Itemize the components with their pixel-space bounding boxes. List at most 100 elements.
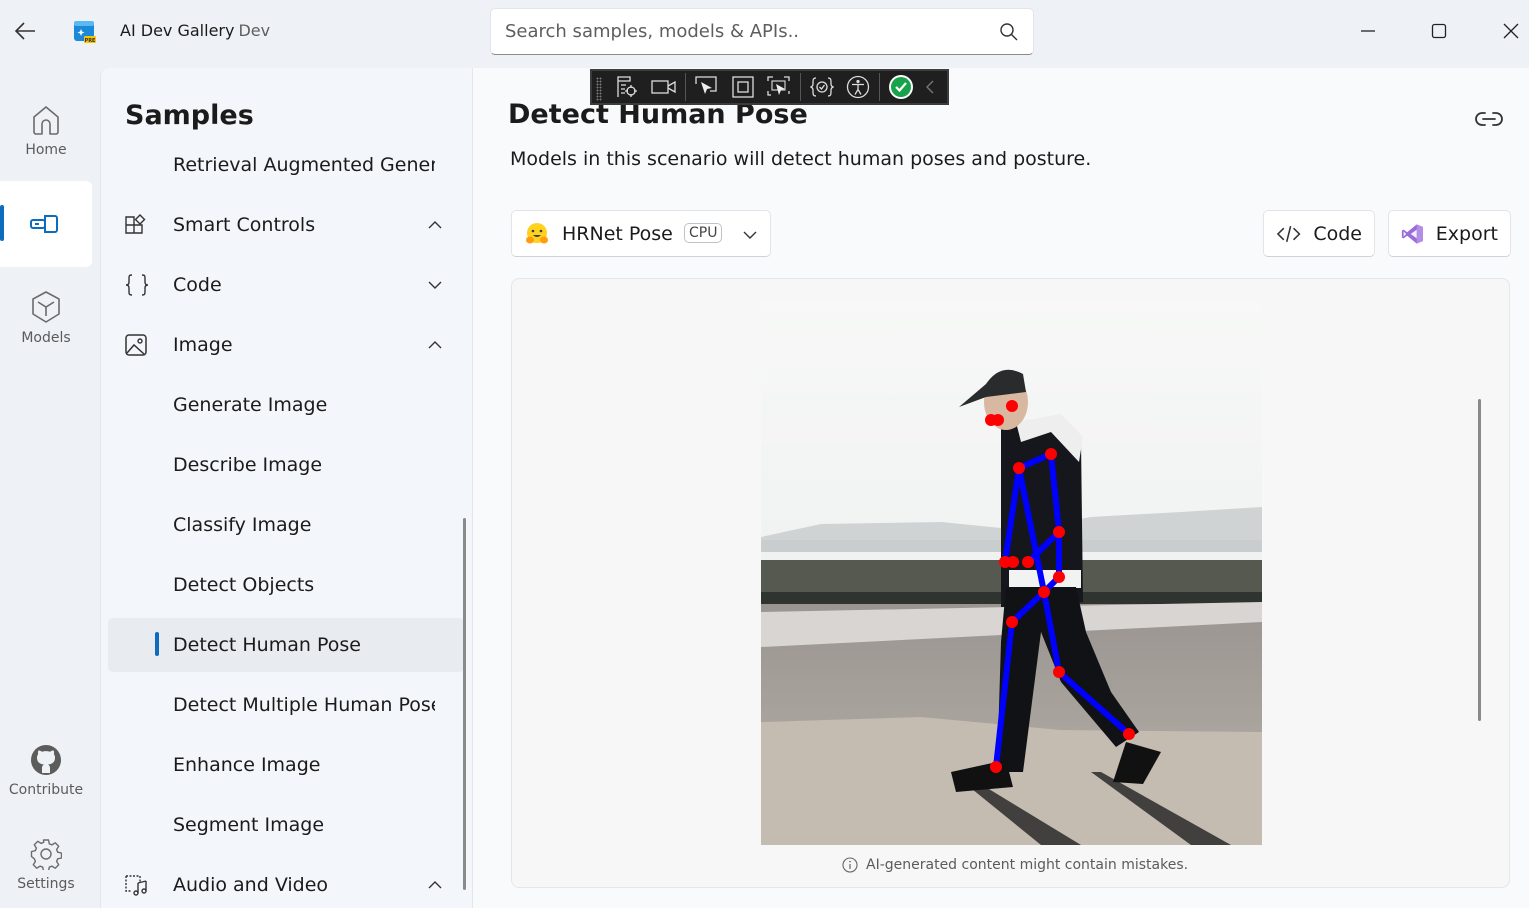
navigation-rail: Home Models Contribute Settings [0,68,100,908]
sample-item-detect-human-pose[interactable]: Detect Human Pose [108,618,464,672]
chevron-up-icon[interactable] [426,876,444,894]
check-circle-icon [889,75,913,99]
sample-item-label: Classify Image [173,514,312,536]
select-element-button[interactable] [689,71,725,103]
export-button[interactable]: Export [1388,210,1511,257]
disclaimer-text: AI-generated content might contain mista… [866,857,1189,873]
model-name: HRNet Pose [562,223,673,245]
layout-adorners-button[interactable] [725,71,761,103]
rail-item-settings[interactable]: Settings [0,838,92,892]
close-icon [1503,23,1519,39]
pose-keypoint-wrist [1007,556,1019,568]
samples-scrollbar[interactable] [463,518,466,890]
sample-item-classify-image[interactable]: Classify Image [108,498,464,552]
copy-link-icon[interactable] [1473,106,1505,132]
accessibility-icon [846,75,870,99]
rail-item-samples[interactable] [0,181,92,267]
live-visual-tree-button[interactable] [610,71,646,103]
sample-item-detect-objects[interactable]: Detect Objects [108,558,464,612]
ai-disclaimer: AI-generated content might contain mista… [842,857,1188,873]
pose-keypoint-ankle [1123,728,1135,740]
category-code[interactable]: Code [108,258,464,312]
minimize-icon [1361,30,1375,32]
status-ok-button[interactable] [883,71,919,103]
cube-icon [32,291,60,323]
chevron-up-icon[interactable] [426,216,444,234]
chevron-down-icon [743,231,757,239]
sample-item-label: Detect Multiple Human Poses [173,694,435,716]
toolbar-grip[interactable] [596,77,602,101]
pose-keypoint-shoulder [1045,448,1057,460]
home-icon [33,106,59,135]
category-image[interactable]: Image [108,318,464,372]
toolbar-separator [685,73,686,101]
binding-failures-icon [810,77,834,97]
pose-keypoint-knee [1053,666,1065,678]
maximize-icon [1431,23,1447,39]
sample-output-card: AI-generated content might contain mista… [511,278,1510,888]
pose-keypoint-hip [1053,571,1065,583]
category-smart-controls[interactable]: Smart Controls [108,198,464,252]
app-icon: PRE [73,20,97,44]
category-label: Smart Controls [173,214,316,236]
sample-item-retrieval-augmented-generation[interactable]: Retrieval Augmented Generation [108,138,464,192]
sample-item-label: Generate Image [173,394,328,416]
category-label: Image [173,334,233,356]
sample-item-label: Retrieval Augmented Generation [173,154,435,176]
sample-item-segment-image[interactable]: Segment Image [108,798,464,852]
output-scrollbar[interactable] [1478,399,1481,721]
rail-item-models[interactable]: Models [0,290,92,346]
github-icon [31,745,61,775]
search-input[interactable] [505,21,999,42]
sample-item-detect-multiple-human-poses[interactable]: Detect Multiple Human Poses [108,678,464,732]
rail-item-contribute[interactable]: Contribute [0,744,94,798]
arrow-left-icon [14,22,35,40]
category-audio-and-video[interactable]: Audio and Video [108,858,464,908]
back-button[interactable] [8,14,42,48]
search-icon[interactable] [999,22,1019,42]
sample-item-label: Detect Objects [173,574,315,596]
export-button-label: Export [1435,222,1498,245]
visual-studio-icon [1401,223,1423,244]
accessibility-checker-button[interactable] [840,71,876,103]
page-description: Models in this scenario will detect huma… [510,148,1092,170]
binding-failures-button[interactable] [804,71,840,103]
code-button[interactable]: Code [1263,210,1375,257]
sample-item-label: Segment Image [173,814,325,836]
info-icon [842,857,858,873]
app-title: AI Dev Gallery Dev [120,21,270,40]
gear-icon [30,839,62,870]
code-icon [1276,225,1301,242]
rail-label-models: Models [21,330,71,346]
rail-item-home[interactable]: Home [0,104,92,158]
samples-panel: Samples Retrieval Augmented Generation S… [100,68,473,908]
sample-item-generate-image[interactable]: Generate Image [108,378,464,432]
maximize-button[interactable] [1416,12,1462,50]
chevron-up-icon[interactable] [426,336,444,354]
track-focused-element-button[interactable] [761,71,797,103]
xaml-debug-toolbar [590,69,949,105]
sample-item-label: Detect Human Pose [173,634,361,656]
collapse-toolbar-button[interactable] [919,71,941,103]
pose-keypoint-hip [1038,586,1050,598]
category-label: Audio and Video [173,874,329,896]
chevron-left-icon [926,80,934,94]
smart-controls-icon [125,214,146,234]
pose-keypoint-eye [992,414,1004,426]
model-selector-dropdown[interactable]: HRNet Pose CPU [511,210,771,257]
search-box[interactable] [490,8,1034,55]
chevron-down-icon[interactable] [426,276,444,294]
live-visual-tree-icon [617,76,637,97]
sample-item-enhance-image[interactable]: Enhance Image [108,738,464,792]
image-icon [125,334,147,356]
pose-result-image [761,302,1262,845]
close-button[interactable] [1488,12,1529,50]
svg-text:PRE: PRE [85,38,97,44]
hugging-face-icon [526,223,548,244]
pose-keypoint-wrist [1022,556,1034,568]
camera-icon [651,80,676,94]
sample-item-describe-image[interactable]: Describe Image [108,438,464,492]
device-badge: CPU [684,223,723,243]
minimize-button[interactable] [1345,12,1391,50]
record-button[interactable] [646,71,682,103]
